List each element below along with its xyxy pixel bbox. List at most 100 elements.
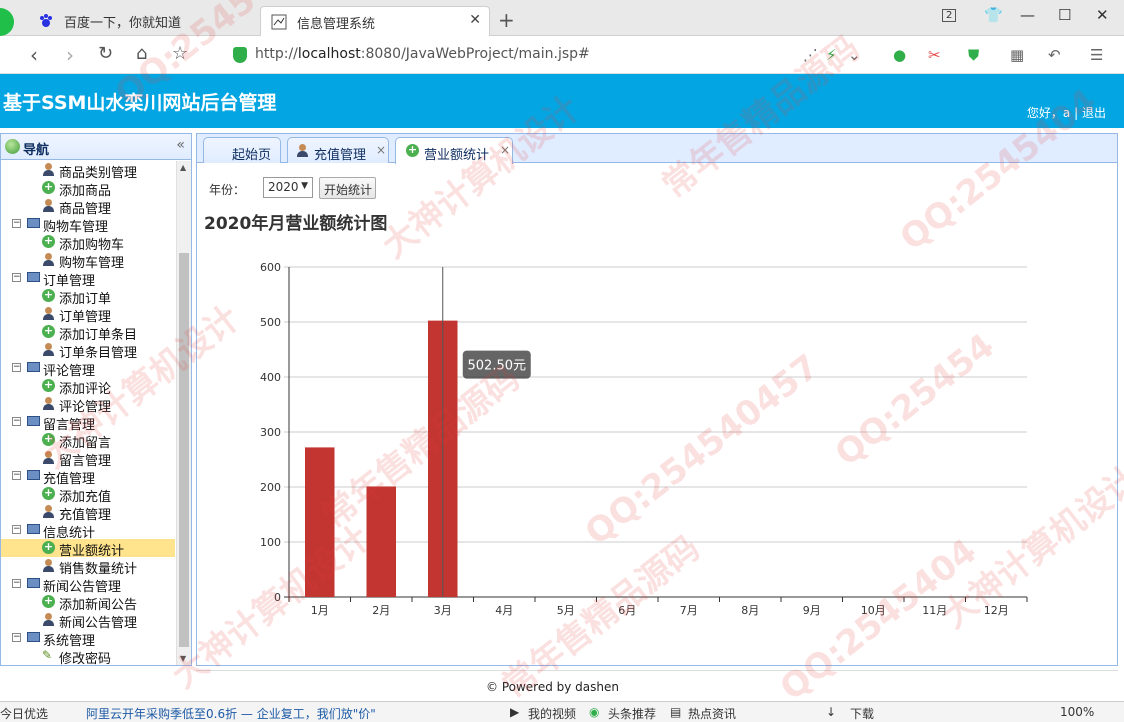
lightning-icon[interactable]: ⚡ bbox=[826, 46, 837, 64]
collapse-toggle-icon[interactable]: − bbox=[12, 219, 21, 228]
user-icon bbox=[42, 253, 55, 266]
collapse-toggle-icon[interactable]: − bbox=[12, 417, 21, 426]
nav-item[interactable]: + 添加充值 bbox=[1, 485, 175, 505]
collapse-toggle-icon[interactable]: − bbox=[12, 633, 21, 642]
nav-group[interactable]: − 新闻公告管理 bbox=[1, 575, 175, 595]
nav-item[interactable]: 评论管理 bbox=[1, 395, 175, 415]
nav-item[interactable]: 订单条目管理 bbox=[1, 341, 175, 361]
user-icon bbox=[42, 343, 55, 356]
user-icon bbox=[42, 307, 55, 320]
nav-item[interactable]: + 添加商品 bbox=[1, 179, 175, 199]
menu-icon[interactable]: ☰ bbox=[1090, 46, 1103, 64]
forward-icon[interactable]: › bbox=[66, 43, 74, 67]
scroll-down-icon[interactable]: ▼ bbox=[180, 654, 186, 663]
tab-recharge[interactable]: 充值管理 × bbox=[287, 137, 389, 163]
add-icon: + bbox=[42, 180, 55, 194]
chat-icon[interactable]: ● bbox=[893, 46, 906, 64]
status-zoom[interactable]: 100% bbox=[1060, 705, 1094, 719]
baidu-paw-icon bbox=[40, 14, 52, 27]
y-tick-label: 100 bbox=[260, 536, 281, 549]
dropdown-icon[interactable]: ⌄ bbox=[848, 46, 861, 64]
nav-item[interactable]: + 添加评论 bbox=[1, 377, 175, 397]
circle-play-icon[interactable]: ◉ bbox=[589, 705, 599, 719]
user-icon bbox=[42, 163, 55, 176]
nav-item[interactable]: 购物车管理 bbox=[1, 251, 175, 271]
status-video[interactable]: 我的视频 bbox=[528, 705, 576, 722]
minimize-icon[interactable]: — bbox=[1020, 6, 1035, 24]
collapse-toggle-icon[interactable]: − bbox=[12, 363, 21, 372]
nav-item[interactable]: 新闻公告管理 bbox=[1, 611, 175, 631]
close-window-icon[interactable]: ✕ bbox=[1096, 6, 1109, 24]
status-hot[interactable]: 热点资讯 bbox=[688, 705, 736, 722]
news-icon[interactable]: ▤ bbox=[670, 705, 681, 719]
nav-item[interactable]: 商品类别管理 bbox=[1, 161, 175, 181]
url-field[interactable]: http://localhost:8080/JavaWebProject/mai… bbox=[225, 43, 785, 67]
close-tab-icon[interactable]: × bbox=[376, 143, 386, 157]
nav-item[interactable]: 订单管理 bbox=[1, 305, 175, 325]
collapse-toggle-icon[interactable]: − bbox=[12, 525, 21, 534]
scroll-up-icon[interactable]: ▲ bbox=[180, 163, 186, 172]
add-icon: + bbox=[406, 143, 419, 157]
browser-tab-active[interactable]: 信息管理系统 ✕ bbox=[260, 6, 490, 36]
close-tab-icon[interactable]: × bbox=[500, 143, 510, 157]
nav-item[interactable]: + 添加订单 bbox=[1, 287, 175, 307]
nav-item[interactable]: 充值管理 bbox=[1, 503, 175, 523]
scissors-icon[interactable]: ✂ bbox=[928, 46, 941, 64]
shirt-icon[interactable]: 👕 bbox=[984, 6, 1003, 24]
undo-icon[interactable]: ↶ bbox=[1048, 46, 1061, 64]
reload-icon[interactable]: ↻ bbox=[98, 43, 113, 64]
scroll-thumb[interactable] bbox=[179, 253, 189, 647]
nav-group[interactable]: − 订单管理 bbox=[1, 269, 175, 289]
add-icon: + bbox=[42, 540, 55, 554]
download-icon[interactable]: ↓ bbox=[826, 705, 836, 719]
nav-group[interactable]: − 充值管理 bbox=[1, 467, 175, 487]
nav-scrollbar[interactable]: ▲ ▼ bbox=[176, 161, 191, 665]
user-icon bbox=[296, 144, 309, 157]
collapse-icon[interactable]: « bbox=[176, 137, 185, 153]
status-today[interactable]: 今日优选 bbox=[0, 705, 48, 722]
new-tab-button[interactable]: + bbox=[498, 8, 515, 32]
y-tick-label: 0 bbox=[274, 591, 281, 604]
nav-item[interactable]: ✎ 修改密码 bbox=[1, 647, 175, 666]
share-icon[interactable]: ⋰ bbox=[803, 46, 818, 64]
nav-item-label: 修改密码 bbox=[59, 652, 112, 665]
collapse-toggle-icon[interactable]: − bbox=[12, 273, 21, 282]
status-download[interactable]: 下载 bbox=[850, 705, 874, 722]
nav-item[interactable]: + 添加新闻公告 bbox=[1, 593, 175, 613]
nav-header: 导航 « bbox=[1, 134, 191, 160]
nav-item[interactable]: + 添加购物车 bbox=[1, 233, 175, 253]
tab-home[interactable]: 起始页 bbox=[203, 137, 281, 163]
bar[interactable] bbox=[304, 447, 335, 597]
nav-group[interactable]: − 系统管理 bbox=[1, 629, 175, 649]
status-news-link[interactable]: 阿里云开年采购季低至0.6折 — 企业复工，我们放"价" bbox=[86, 705, 376, 722]
nav-item[interactable]: + 营业额统计 bbox=[1, 539, 175, 559]
window-count-badge[interactable]: 2 bbox=[942, 9, 957, 22]
maximize-icon[interactable]: ☐ bbox=[1058, 6, 1071, 24]
bar[interactable] bbox=[366, 486, 397, 597]
collapse-toggle-icon[interactable]: − bbox=[12, 579, 21, 588]
collapse-toggle-icon[interactable]: − bbox=[12, 471, 21, 480]
home-icon[interactable]: ⌂ bbox=[136, 43, 147, 64]
nav-group[interactable]: − 留言管理 bbox=[1, 413, 175, 433]
nav-group[interactable]: − 信息统计 bbox=[1, 521, 175, 541]
nav-group[interactable]: − 评论管理 bbox=[1, 359, 175, 379]
nav-panel: 导航 « 商品类别管理 + 添加商品 商品管理 − 购物车管理 + 添加购物车 购物车管理 − 订单… bbox=[0, 133, 192, 666]
tab-revenue-stats[interactable]: + 营业额统计 × bbox=[395, 137, 513, 164]
play-icon[interactable]: ▶ bbox=[510, 705, 519, 719]
shield-plugin-icon[interactable]: ⛊ bbox=[968, 46, 979, 64]
browser-tab-baidu[interactable]: 百度一下，你就知道 bbox=[28, 6, 258, 36]
nav-tree: 商品类别管理 + 添加商品 商品管理 − 购物车管理 + 添加购物车 购物车管理 − 订单管理 + 添加… bbox=[1, 161, 175, 665]
status-headline[interactable]: 头条推荐 bbox=[608, 705, 656, 722]
logout-link[interactable]: 退出 bbox=[1082, 106, 1106, 120]
nav-item[interactable]: 留言管理 bbox=[1, 449, 175, 469]
add-icon: + bbox=[42, 234, 55, 248]
nav-item[interactable]: 商品管理 bbox=[1, 197, 175, 217]
nav-item[interactable]: 销售数量统计 bbox=[1, 557, 175, 577]
nav-item[interactable]: + 添加订单条目 bbox=[1, 323, 175, 343]
back-icon[interactable]: ‹ bbox=[30, 43, 38, 67]
nav-item[interactable]: + 添加留言 bbox=[1, 431, 175, 451]
apps-grid-icon[interactable]: ▦ bbox=[1010, 46, 1024, 64]
nav-group[interactable]: − 购物车管理 bbox=[1, 215, 175, 235]
star-icon[interactable]: ☆ bbox=[172, 43, 188, 64]
close-tab-icon[interactable]: ✕ bbox=[469, 12, 481, 28]
